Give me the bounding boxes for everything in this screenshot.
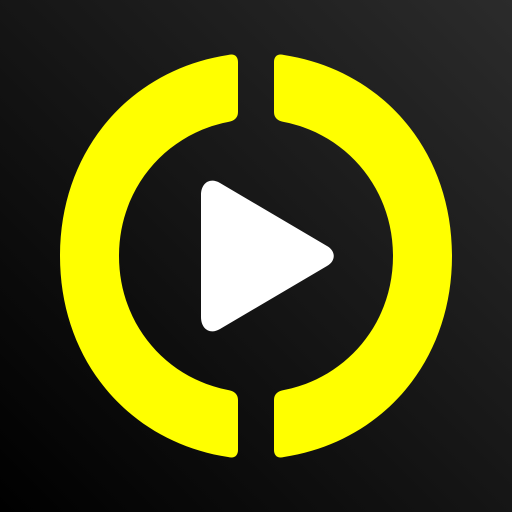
app-icon [0, 0, 512, 512]
app-icon-graphic [0, 0, 512, 512]
